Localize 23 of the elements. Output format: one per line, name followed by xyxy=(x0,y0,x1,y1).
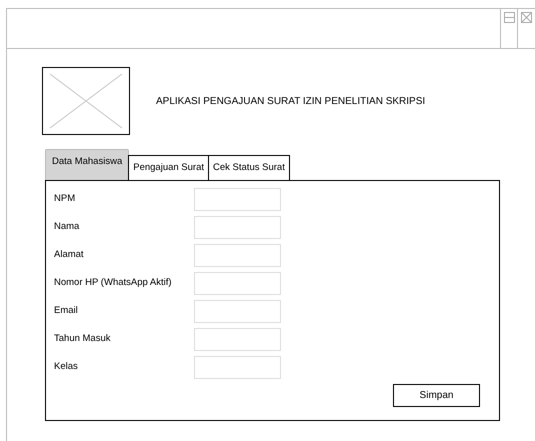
input-field[interactable] xyxy=(194,300,281,322)
field-label: Alamat xyxy=(54,248,85,262)
close-button[interactable] xyxy=(517,9,535,48)
close-icon xyxy=(521,12,532,23)
save-button[interactable]: Simpan xyxy=(393,384,480,407)
input-field[interactable] xyxy=(194,272,281,294)
tab[interactable]: Pengajuan Surat xyxy=(128,155,210,180)
input-field[interactable] xyxy=(194,244,281,266)
tab[interactable]: Data Mahasiswa xyxy=(45,149,130,180)
field-label: Email xyxy=(54,304,79,318)
app-title: APLIKASI PENGAJUAN SURAT IZIN PENELITIAN SKRIPSI xyxy=(156,94,426,108)
field-label: Tahun Masuk xyxy=(54,332,112,346)
input-field[interactable] xyxy=(194,188,281,210)
input-field[interactable] xyxy=(194,216,281,238)
field-label: Nomor HP (WhatsApp Aktif) xyxy=(54,276,173,290)
field-label: Nama xyxy=(54,220,80,234)
minimize-button[interactable] xyxy=(500,9,517,48)
input-field[interactable] xyxy=(194,328,281,350)
minimize-icon xyxy=(504,12,514,23)
input-field[interactable] xyxy=(194,356,281,378)
field-label: NPM xyxy=(54,192,76,206)
field-label: Kelas xyxy=(54,360,79,374)
tab[interactable]: Cek Status Surat xyxy=(208,155,290,180)
